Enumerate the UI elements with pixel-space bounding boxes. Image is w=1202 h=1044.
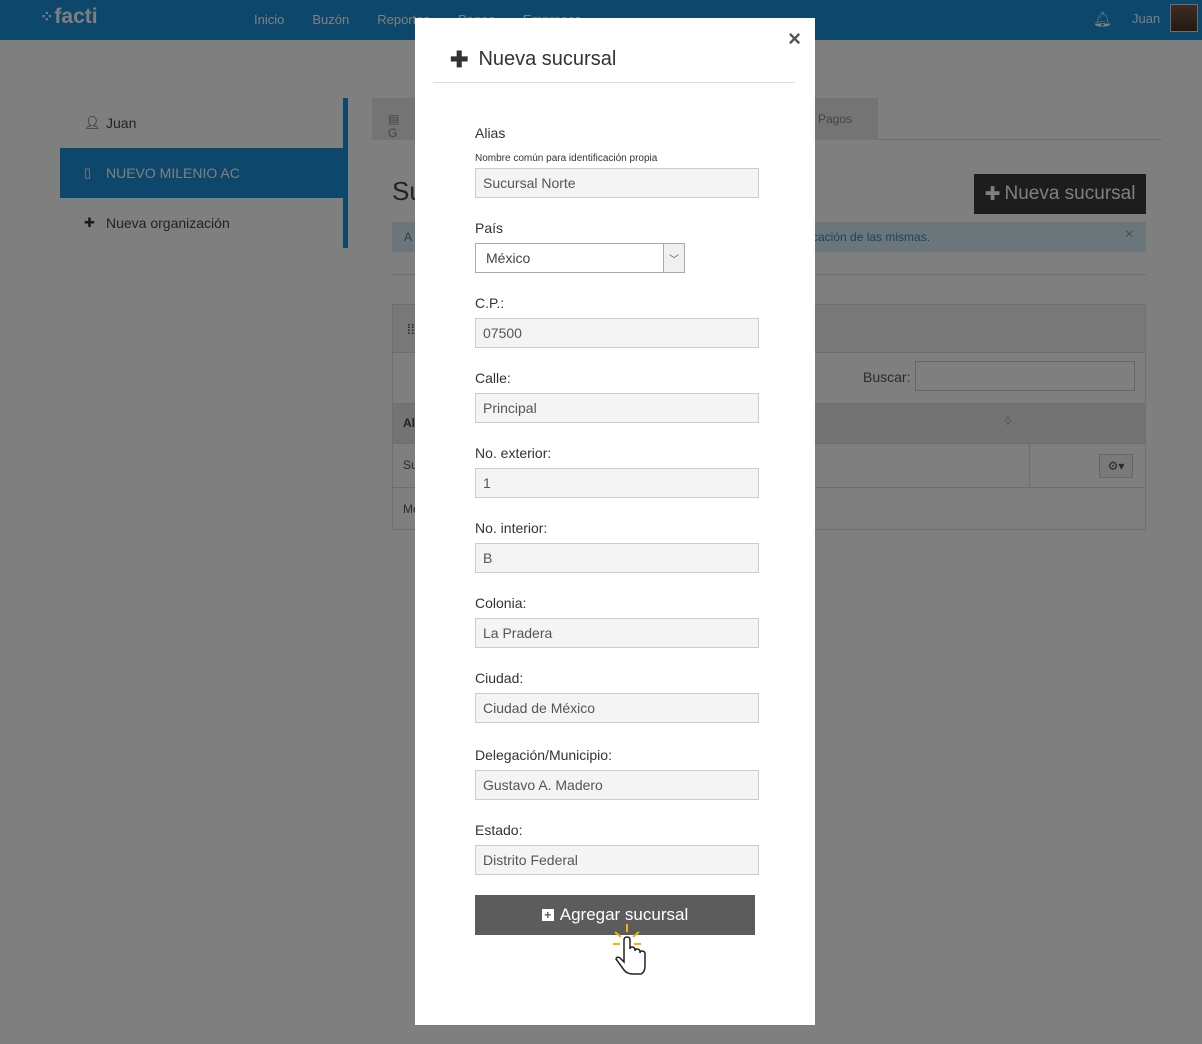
state-input[interactable] bbox=[475, 845, 759, 875]
modal-title: ✚ Nueva sucursal bbox=[450, 48, 616, 71]
neighborhood-label: Colonia: bbox=[475, 595, 527, 611]
exterior-number-input[interactable] bbox=[475, 468, 759, 498]
alias-label: Alias bbox=[475, 125, 506, 141]
city-label: Ciudad: bbox=[475, 670, 524, 686]
interior-number-input[interactable] bbox=[475, 543, 759, 573]
new-branch-modal: × ✚ Nueva sucursal Alias Nombre común pa… bbox=[415, 18, 815, 1025]
modal-title-text: Nueva sucursal bbox=[478, 48, 617, 70]
state-label: Estado: bbox=[475, 822, 523, 838]
postal-code-input[interactable] bbox=[475, 318, 759, 348]
country-select[interactable]: México ﹀ bbox=[475, 243, 685, 273]
postal-code-label: C.P.: bbox=[475, 295, 505, 311]
country-label: País bbox=[475, 220, 504, 236]
exterior-number-label: No. exterior: bbox=[475, 445, 552, 461]
street-input[interactable] bbox=[475, 393, 759, 423]
plus-icon: ✚ bbox=[450, 46, 469, 72]
divider bbox=[433, 82, 795, 83]
chevron-down-icon[interactable]: ﹀ bbox=[663, 244, 684, 272]
neighborhood-input[interactable] bbox=[475, 618, 759, 648]
country-select-value: México bbox=[486, 250, 531, 266]
alias-hint: Nombre común para identificación propia bbox=[475, 153, 658, 164]
close-icon[interactable]: × bbox=[788, 28, 801, 50]
interior-number-label: No. interior: bbox=[475, 520, 548, 536]
city-input[interactable] bbox=[475, 693, 759, 723]
municipality-input[interactable] bbox=[475, 770, 759, 800]
pointer-hand-icon bbox=[613, 924, 646, 975]
plus-square-icon: + bbox=[541, 909, 554, 921]
street-label: Calle: bbox=[475, 370, 511, 386]
municipality-label: Delegación/Municipio: bbox=[475, 747, 612, 763]
alias-input[interactable] bbox=[475, 168, 759, 198]
